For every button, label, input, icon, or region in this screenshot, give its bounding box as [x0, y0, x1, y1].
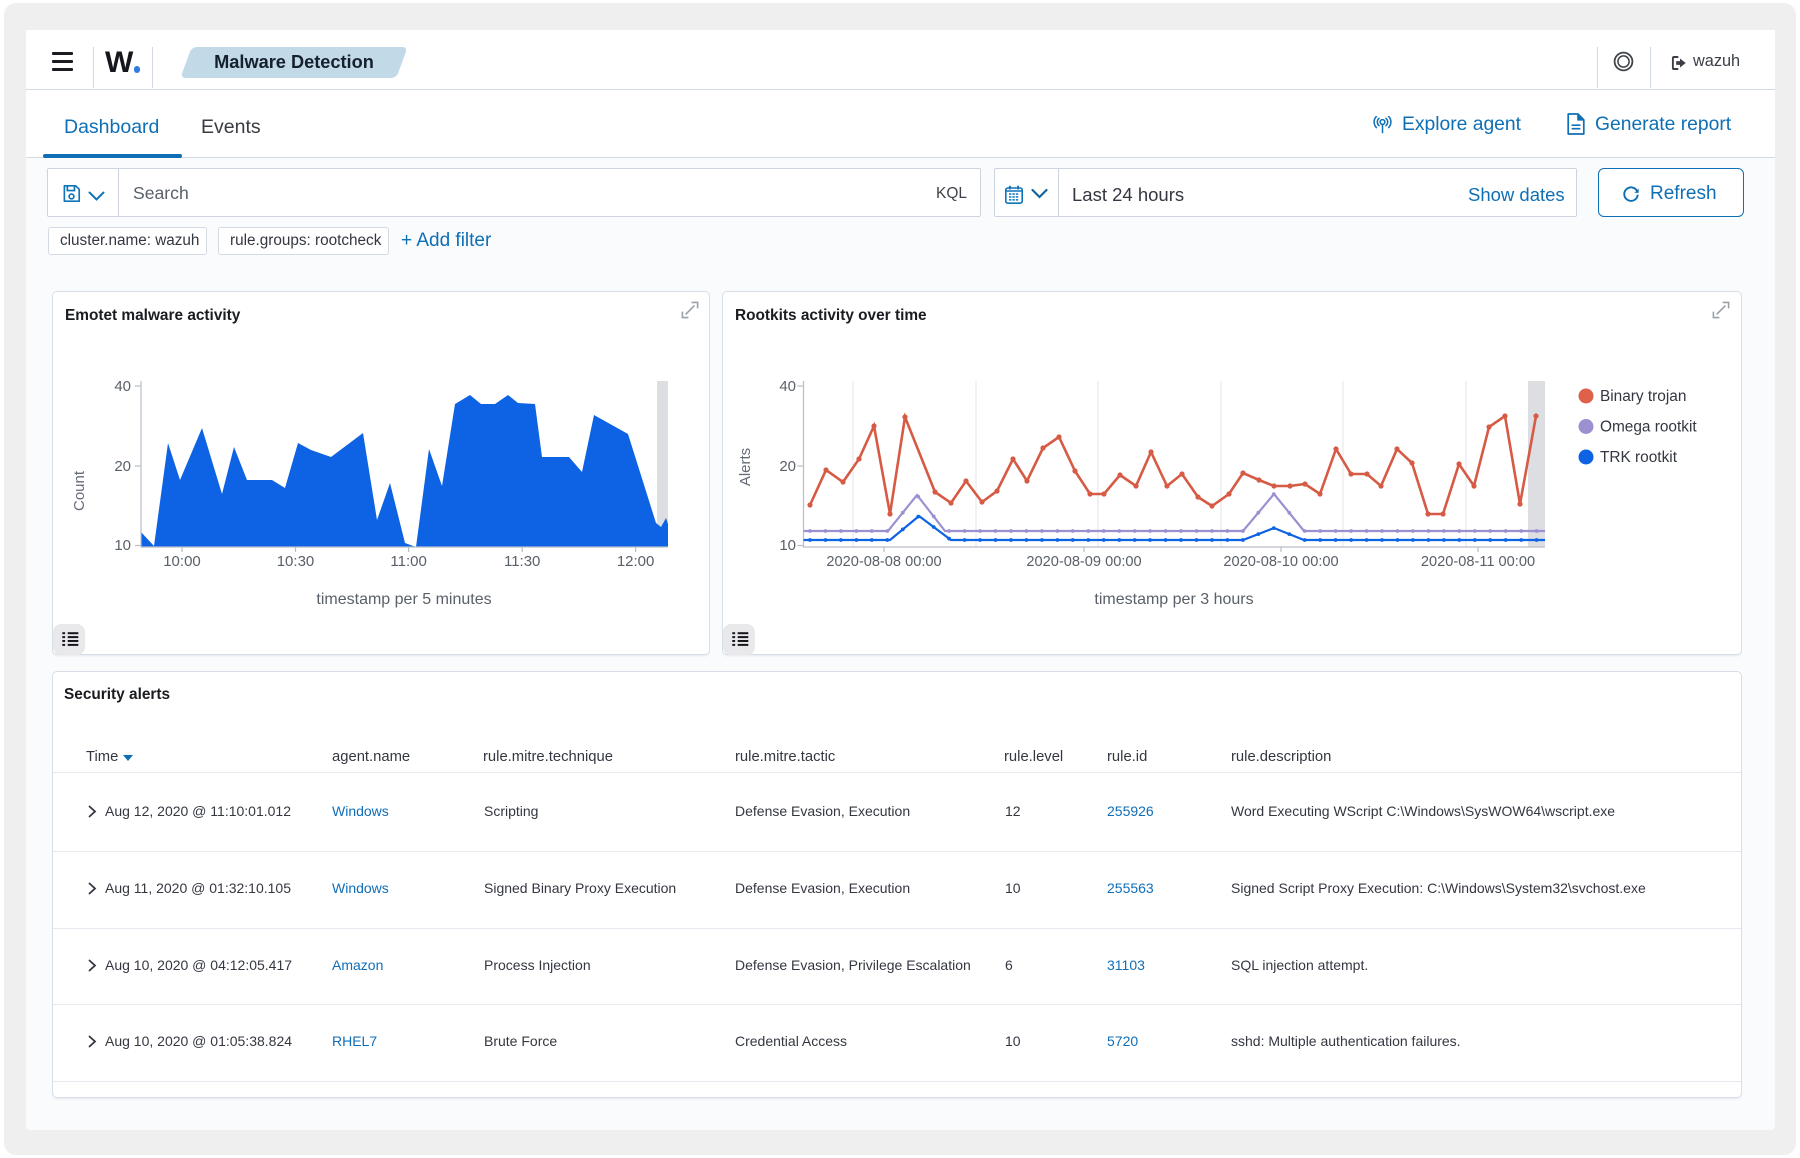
svg-text:timestamp per 5 minutes: timestamp per 5 minutes: [316, 591, 491, 608]
svg-text:10: 10: [779, 537, 796, 554]
svg-text:12:00: 12:00: [617, 553, 655, 570]
svg-text:11:00: 11:00: [390, 553, 426, 570]
svg-text:10: 10: [114, 537, 131, 554]
svg-text:Count: Count: [71, 470, 88, 511]
svg-text:20: 20: [114, 458, 131, 475]
svg-text:Binary trojan: Binary trojan: [1600, 388, 1686, 405]
svg-text:Omega rootkit: Omega rootkit: [1600, 419, 1697, 436]
svg-text:timestamp per 3 hours: timestamp per 3 hours: [1094, 591, 1253, 608]
svg-text:10:30: 10:30: [277, 553, 315, 570]
svg-text:2020-08-11 00:00: 2020-08-11 00:00: [1421, 554, 1535, 570]
svg-text:40: 40: [114, 378, 131, 395]
svg-text:2020-08-09 00:00: 2020-08-09 00:00: [1026, 554, 1141, 570]
svg-text:2020-08-10 00:00: 2020-08-10 00:00: [1223, 554, 1338, 570]
svg-text:20: 20: [779, 458, 796, 475]
svg-text:40: 40: [779, 378, 796, 395]
svg-text:11:30: 11:30: [504, 553, 540, 570]
svg-text:2020-08-08 00:00: 2020-08-08 00:00: [826, 554, 941, 570]
svg-text:TRK rootkit: TRK rootkit: [1600, 449, 1678, 466]
svg-text:10:00: 10:00: [163, 553, 201, 570]
svg-text:Alerts: Alerts: [737, 448, 754, 486]
